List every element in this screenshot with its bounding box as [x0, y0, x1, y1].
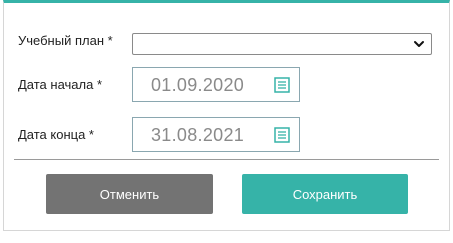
- end-date-field[interactable]: 31.08.2021: [132, 117, 300, 152]
- end-date-value[interactable]: 31.08.2021: [151, 125, 244, 146]
- chevron-down-icon[interactable]: [413, 38, 425, 50]
- start-date-label: Дата начала *: [18, 77, 103, 92]
- study-plan-dialog: Учебный план * Дата начала * 01.09.2020 …: [3, 0, 450, 231]
- study-plan-label: Учебный план *: [18, 33, 113, 48]
- calendar-icon[interactable]: [274, 127, 290, 143]
- start-date-row: Дата начала *: [18, 67, 102, 102]
- cancel-button[interactable]: Отменить: [46, 174, 213, 214]
- start-date-field[interactable]: 01.09.2020: [132, 67, 300, 102]
- end-date-label: Дата конца *: [18, 127, 94, 142]
- study-plan-row: Учебный план *: [18, 33, 113, 48]
- start-date-value[interactable]: 01.09.2020: [151, 75, 244, 96]
- end-date-row: Дата конца *: [18, 117, 94, 152]
- study-plan-select[interactable]: [132, 33, 432, 55]
- divider: [14, 159, 439, 160]
- save-button[interactable]: Сохранить: [242, 174, 408, 214]
- calendar-icon[interactable]: [274, 77, 290, 93]
